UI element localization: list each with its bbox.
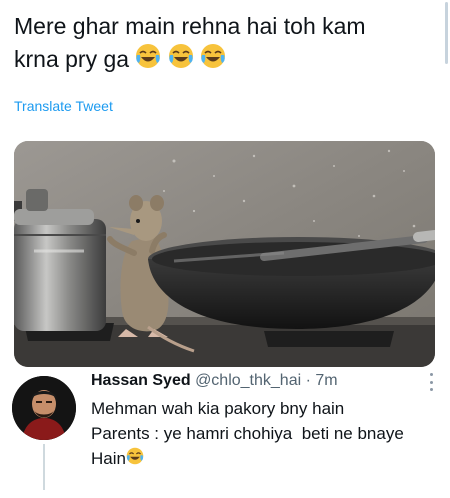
mouse-cooking-photo bbox=[14, 141, 435, 367]
avatar[interactable] bbox=[12, 376, 76, 440]
separator-dot: · bbox=[305, 372, 311, 389]
reply-text-line-last: Hain bbox=[91, 446, 404, 472]
laughing-emoji-icon bbox=[135, 43, 161, 78]
tweet-text-line1: Mere ghar main rehna hai toh kam bbox=[14, 13, 366, 39]
tweet-text-line2: krna pry ga bbox=[14, 43, 434, 78]
tweet-media-image[interactable] bbox=[14, 141, 435, 367]
reply-text-line: Mehman wah kia pakory bny hain bbox=[91, 399, 345, 418]
reply-text-line: Parents : ye hamri chohiya beti ne bnaye bbox=[91, 424, 404, 443]
thread-line bbox=[43, 444, 45, 490]
laughing-emoji-icon bbox=[200, 43, 226, 78]
laughing-emoji-icon bbox=[126, 447, 144, 472]
scroll-indicator[interactable] bbox=[445, 2, 448, 64]
translate-tweet-link[interactable]: Translate Tweet bbox=[14, 98, 113, 114]
reply-text: Mehman wah kia pakory bny hain Parents :… bbox=[91, 396, 404, 472]
reply-author-name[interactable]: Hassan Syed bbox=[91, 372, 191, 389]
reply-tweet[interactable]: Hassan Syed @chlo_thk_hai · 7m Mehman wa… bbox=[0, 368, 450, 498]
more-options-icon[interactable] bbox=[428, 373, 434, 391]
reply-timestamp[interactable]: 7m bbox=[315, 372, 337, 389]
laughing-emoji-icon bbox=[168, 43, 194, 78]
tweet-text: Mere ghar main rehna hai toh kam krna pr… bbox=[14, 10, 434, 78]
reply-author-handle[interactable]: @chlo_thk_hai bbox=[195, 372, 301, 389]
reply-header: Hassan Syed @chlo_thk_hai · 7m bbox=[91, 372, 338, 390]
